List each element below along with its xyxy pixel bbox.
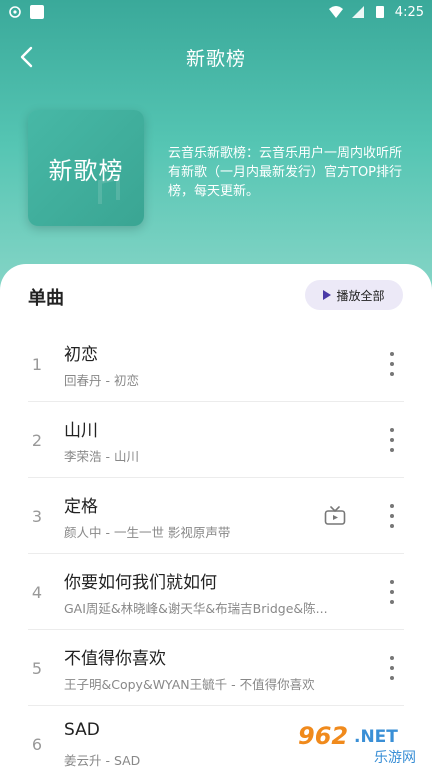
site-watermark-logo: 962 .NET 乐游网 [298, 722, 416, 766]
svg-text:962: 962 [298, 722, 348, 750]
sync-icon [9, 6, 21, 18]
song-row[interactable]: 5 不值得你喜欢 王子明&Copy&WYAN王毓千 - 不值得你喜欢 [28, 630, 404, 706]
song-row[interactable]: 1 初恋 回春丹 - 初恋 [28, 326, 404, 402]
song-row[interactable]: 2 山川 李荣浩 - 山川 [28, 402, 404, 478]
mv-tv-icon[interactable] [324, 506, 346, 526]
top-bar: 新歌榜 [0, 34, 432, 80]
battery-icon [375, 6, 384, 18]
play-icon [323, 290, 332, 300]
song-index: 6 [31, 734, 43, 754]
more-options-icon[interactable] [386, 656, 398, 680]
svg-text:.NET: .NET [354, 727, 398, 747]
song-row[interactable]: 4 你要如何我们就如何 GAI周延&林晓峰&谢天华&布瑞吉Bridge&陈... [28, 554, 404, 630]
song-title: 初恋 [64, 345, 98, 365]
song-title: 定格 [64, 497, 98, 517]
play-all-label: 播放全部 [336, 288, 385, 303]
svg-text:乐游网: 乐游网 [374, 750, 416, 766]
song-artist: 王子明&Copy&WYAN王毓千 - 不值得你喜欢 [64, 677, 315, 692]
song-title: 你要如何我们就如何 [64, 573, 217, 593]
notification-icon [30, 5, 44, 19]
song-artist: 回春丹 - 初恋 [64, 373, 139, 388]
song-title: 山川 [64, 421, 98, 441]
song-artist: 颜人中 - 一生一世 影视原声带 [64, 525, 231, 540]
status-time: 4:25 [394, 4, 424, 20]
page-title: 新歌榜 [185, 47, 246, 70]
song-index: 1 [31, 354, 43, 374]
playlist-description: 云音乐新歌榜：云音乐用户一周内收听所有新歌（一月内最新发行）官方TOP排行榜，每… [168, 146, 403, 199]
more-options-icon[interactable] [386, 428, 398, 452]
play-all-button[interactable]: 播放全部 [305, 280, 403, 310]
more-options-icon[interactable] [386, 580, 398, 604]
back-arrow-icon[interactable] [14, 43, 42, 71]
song-artist: GAI周延&林晓峰&谢天华&布瑞吉Bridge&陈... [64, 601, 328, 616]
song-title: SAD [64, 720, 100, 740]
song-title: 不值得你喜欢 [64, 649, 166, 669]
song-artist: 姜云升 - SAD [64, 753, 141, 768]
signal-icon [351, 6, 364, 18]
song-list: 1 初恋 回春丹 - 初恋 2 山川 李荣浩 - 山川 3 定格 颜人中 - 一… [28, 326, 404, 768]
song-artist: 李荣浩 - 山川 [64, 449, 139, 464]
song-index: 5 [31, 658, 43, 678]
music-note-icon [98, 175, 120, 204]
song-index: 3 [31, 506, 43, 526]
more-options-icon[interactable] [386, 504, 398, 528]
song-index: 2 [31, 430, 43, 450]
status-bar: 4:25 [0, 0, 432, 24]
playlist-cover: 新歌榜 [28, 110, 144, 226]
more-options-icon[interactable] [386, 352, 398, 376]
wifi-icon [328, 6, 343, 18]
song-index: 4 [31, 582, 43, 602]
section-title: 单曲 [28, 288, 64, 309]
song-row[interactable]: 3 定格 颜人中 - 一生一世 影视原声带 [28, 478, 404, 554]
song-list-panel: 单曲 播放全部 1 初恋 回春丹 - 初恋 2 山川 李荣浩 - 山川 3 定格… [0, 264, 432, 768]
